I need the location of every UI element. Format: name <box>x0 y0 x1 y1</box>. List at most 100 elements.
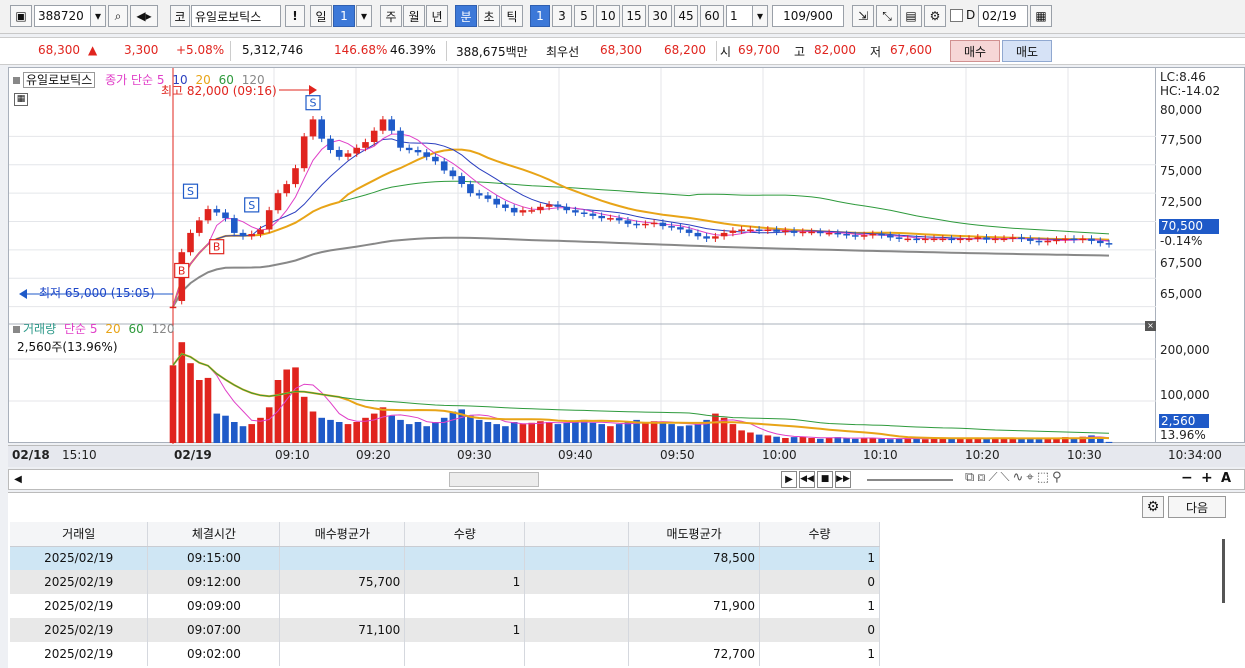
col-sell-avg: 매도평균가 <box>628 522 761 547</box>
alert-button[interactable]: ! <box>285 5 305 27</box>
open-label: 시 <box>720 45 732 59</box>
table-row[interactable]: 2025/02/19 09:12:00 75,700 1 0 <box>10 570 880 594</box>
cell-sell-qty: 1 <box>759 594 880 618</box>
cell-sell-qty: 0 <box>759 570 880 594</box>
candle-body <box>782 230 789 233</box>
data-table-icon[interactable]: ▦ <box>14 93 28 106</box>
drawing-tools-icon[interactable]: ⧉⧈⟋⟍∿⌖⬚⚲ <box>965 470 1065 485</box>
candle-body <box>388 119 395 131</box>
minute-15-button[interactable]: 15 <box>622 5 646 27</box>
sell-button[interactable]: 매도 <box>1002 40 1052 62</box>
font-size-icon[interactable]: A <box>1221 471 1231 486</box>
search-icon[interactable]: ⌕ <box>108 5 128 27</box>
close-icon[interactable]: × <box>1145 321 1156 331</box>
table-row[interactable]: 2025/02/19 09:09:00 71,900 1 <box>10 594 880 618</box>
day-count-dropdown-icon[interactable]: ▾ <box>356 5 372 27</box>
stock-code-input[interactable]: 388720 <box>34 5 91 27</box>
stop-icon[interactable]: ■ <box>817 471 833 488</box>
minute-1-button[interactable]: 1 <box>530 5 550 27</box>
calendar-icon[interactable]: ▦ <box>1030 5 1052 27</box>
stock-name-field[interactable]: 유일로보틱스 <box>191 5 281 27</box>
scroll-left-icon[interactable]: ◀ <box>11 472 25 487</box>
volume-bar <box>677 426 684 443</box>
minute-5-button[interactable]: 5 <box>574 5 594 27</box>
settings-gear-icon[interactable]: ⚙ <box>1142 496 1164 518</box>
period-month-button[interactable]: 월 <box>403 5 425 27</box>
interval-input[interactable]: 1 <box>726 5 754 27</box>
best-ask: 68,300 <box>600 43 642 57</box>
next-button[interactable]: 다음 <box>1168 496 1226 518</box>
volume-bar <box>607 426 614 443</box>
speaker-icon[interactable]: ◀▸ <box>130 5 158 27</box>
period-minute-button[interactable]: 분 <box>455 5 477 27</box>
volume-bar <box>694 424 702 443</box>
zoom-in-icon[interactable]: + <box>1201 470 1213 486</box>
chart-area[interactable]: BBSSS 유일로보틱스 종가 단순 5 10 20 60 120 ▦ 최고 8… <box>8 67 1157 444</box>
buy-button[interactable]: 매수 <box>950 40 1000 62</box>
volume-bar <box>265 407 273 443</box>
minute-3-button[interactable]: 3 <box>552 5 572 27</box>
period-second-button[interactable]: 초 <box>478 5 500 27</box>
minute-10-button[interactable]: 10 <box>596 5 620 27</box>
volume-bar <box>764 435 772 443</box>
cell-blank <box>524 618 630 642</box>
window-icon[interactable]: ▣ <box>10 5 32 27</box>
stock-code-dropdown-icon[interactable]: ▾ <box>90 5 106 27</box>
candle-body <box>231 218 238 233</box>
day-count-button[interactable]: 1 <box>333 5 355 27</box>
candle-body <box>1097 240 1104 244</box>
top-toolbar: ▣ 388720 ▾ ⌕ ◀▸ 코 유일로보틱스 ! 일 1 ▾ 주 월 년 분… <box>0 0 1245 34</box>
table-row[interactable]: 2025/02/19 09:07:00 71,100 1 0 <box>10 618 880 642</box>
volume-bar <box>869 438 877 443</box>
trade-value: 388,675백만 <box>456 45 528 59</box>
gear-icon[interactable]: ⚙ <box>924 5 946 27</box>
cell-exec-time: 09:09:00 <box>147 594 281 618</box>
fast-forward-icon[interactable]: ▶▶ <box>835 471 851 488</box>
candle-body <box>563 206 570 211</box>
scroll-thumb[interactable] <box>449 472 539 487</box>
volume-ratio: 146.68% <box>334 43 388 57</box>
volume-bar <box>983 438 990 443</box>
candle-body <box>685 229 693 233</box>
volume-bar <box>1105 441 1113 443</box>
period-day-button[interactable]: 일 <box>310 5 332 27</box>
date-checkbox[interactable] <box>950 9 963 22</box>
minute-30-button[interactable]: 30 <box>648 5 672 27</box>
candle-body <box>449 170 457 177</box>
cell-exec-time: 09:02:00 <box>147 642 281 666</box>
cell-sell-avg: 72,700 <box>628 642 761 666</box>
zoom-out-icon[interactable]: − <box>1181 470 1193 486</box>
table-row[interactable]: 2025/02/19 09:15:00 78,500 1 <box>10 546 880 570</box>
move-icon[interactable]: ⇲ <box>852 5 874 27</box>
minute-45-button[interactable]: 45 <box>674 5 698 27</box>
save-icon[interactable]: ▤ <box>900 5 922 27</box>
candle-body <box>598 215 605 219</box>
speed-slider[interactable] <box>867 479 953 481</box>
play-icon[interactable]: ▶ <box>781 471 797 488</box>
candle-body <box>257 229 264 234</box>
period-tick-button[interactable]: 틱 <box>501 5 523 27</box>
minute-60-button[interactable]: 60 <box>700 5 724 27</box>
candle-body <box>572 210 579 213</box>
count-display[interactable]: 109/900 <box>772 5 844 27</box>
col-sell-qty: 수량 <box>759 522 880 547</box>
interval-dropdown-icon[interactable]: ▾ <box>752 5 768 27</box>
volume-bar <box>204 377 212 443</box>
candle-body <box>799 231 807 234</box>
candle-body <box>528 210 535 212</box>
period-year-button[interactable]: 년 <box>426 5 448 27</box>
volume-bar <box>782 438 789 443</box>
rewind-icon[interactable]: ◀◀ <box>799 471 815 488</box>
zoom-fit-icon[interactable]: ⤡ <box>876 5 898 27</box>
cell-trade-date: 2025/02/19 <box>10 594 149 618</box>
date-input[interactable]: 02/19 <box>978 5 1028 27</box>
volume-ma60: 60 <box>128 322 144 336</box>
volume-bar <box>685 425 693 443</box>
volume-bar <box>1035 439 1043 443</box>
cell-buy-avg <box>279 642 406 666</box>
period-week-button[interactable]: 주 <box>380 5 402 27</box>
table-scrollbar[interactable] <box>1222 539 1225 603</box>
table-row[interactable]: 2025/02/19 09:02:00 72,700 1 <box>10 642 880 666</box>
cell-buy-qty <box>404 594 526 618</box>
legend-stock-name[interactable]: 유일로보틱스 <box>23 72 96 88</box>
